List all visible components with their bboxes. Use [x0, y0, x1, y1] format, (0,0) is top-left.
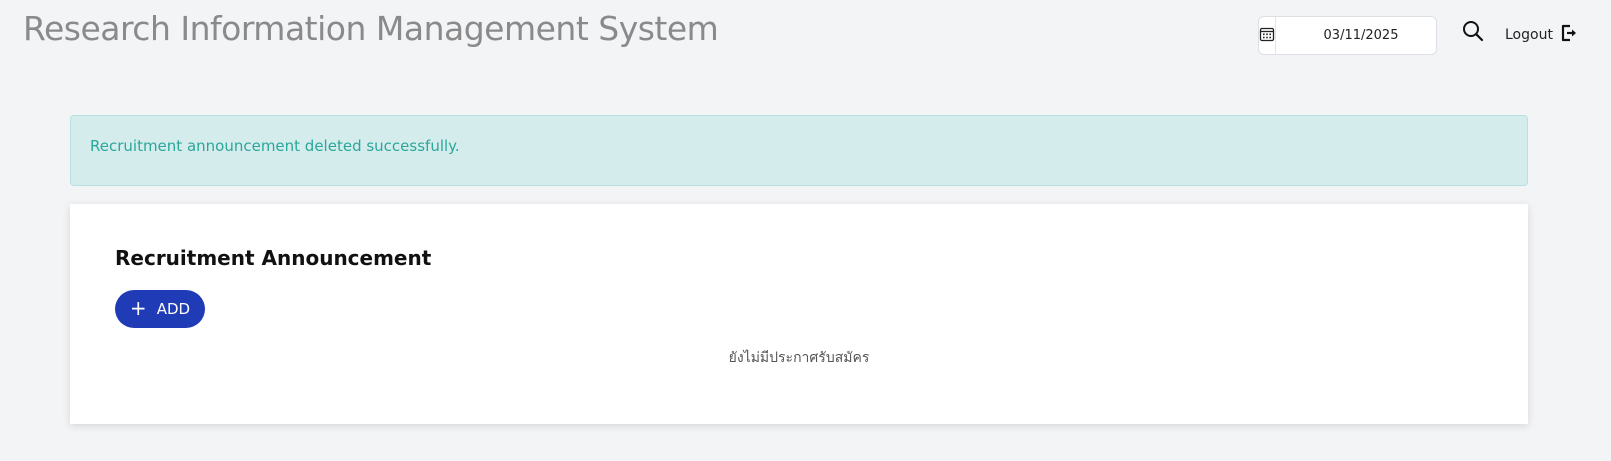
app-title: Research Information Management System: [23, 9, 719, 48]
recruitment-card: Recruitment Announcement + ADD ยังไม่มีป…: [70, 204, 1528, 424]
search-button[interactable]: [1459, 19, 1487, 47]
date-input[interactable]: [1276, 17, 1446, 54]
add-button-label: ADD: [156, 300, 191, 318]
logout-label: Logout: [1505, 27, 1553, 43]
success-alert: Recruitment announcement deleted success…: [70, 115, 1528, 186]
plus-icon: +: [129, 296, 147, 320]
logout-icon: [1559, 23, 1579, 47]
card-title: Recruitment Announcement: [115, 246, 432, 270]
empty-state-message: ยังไม่มีประกาศรับสมัคร: [728, 350, 870, 366]
add-button[interactable]: + ADD: [115, 290, 205, 328]
logout-button[interactable]: Logout: [1505, 24, 1579, 46]
search-icon: [1461, 19, 1485, 47]
date-picker[interactable]: [1258, 16, 1446, 55]
alert-message: Recruitment announcement deleted success…: [90, 137, 460, 155]
date-picker-toggle[interactable]: [1259, 17, 1276, 54]
calendar-icon: [1259, 26, 1275, 46]
